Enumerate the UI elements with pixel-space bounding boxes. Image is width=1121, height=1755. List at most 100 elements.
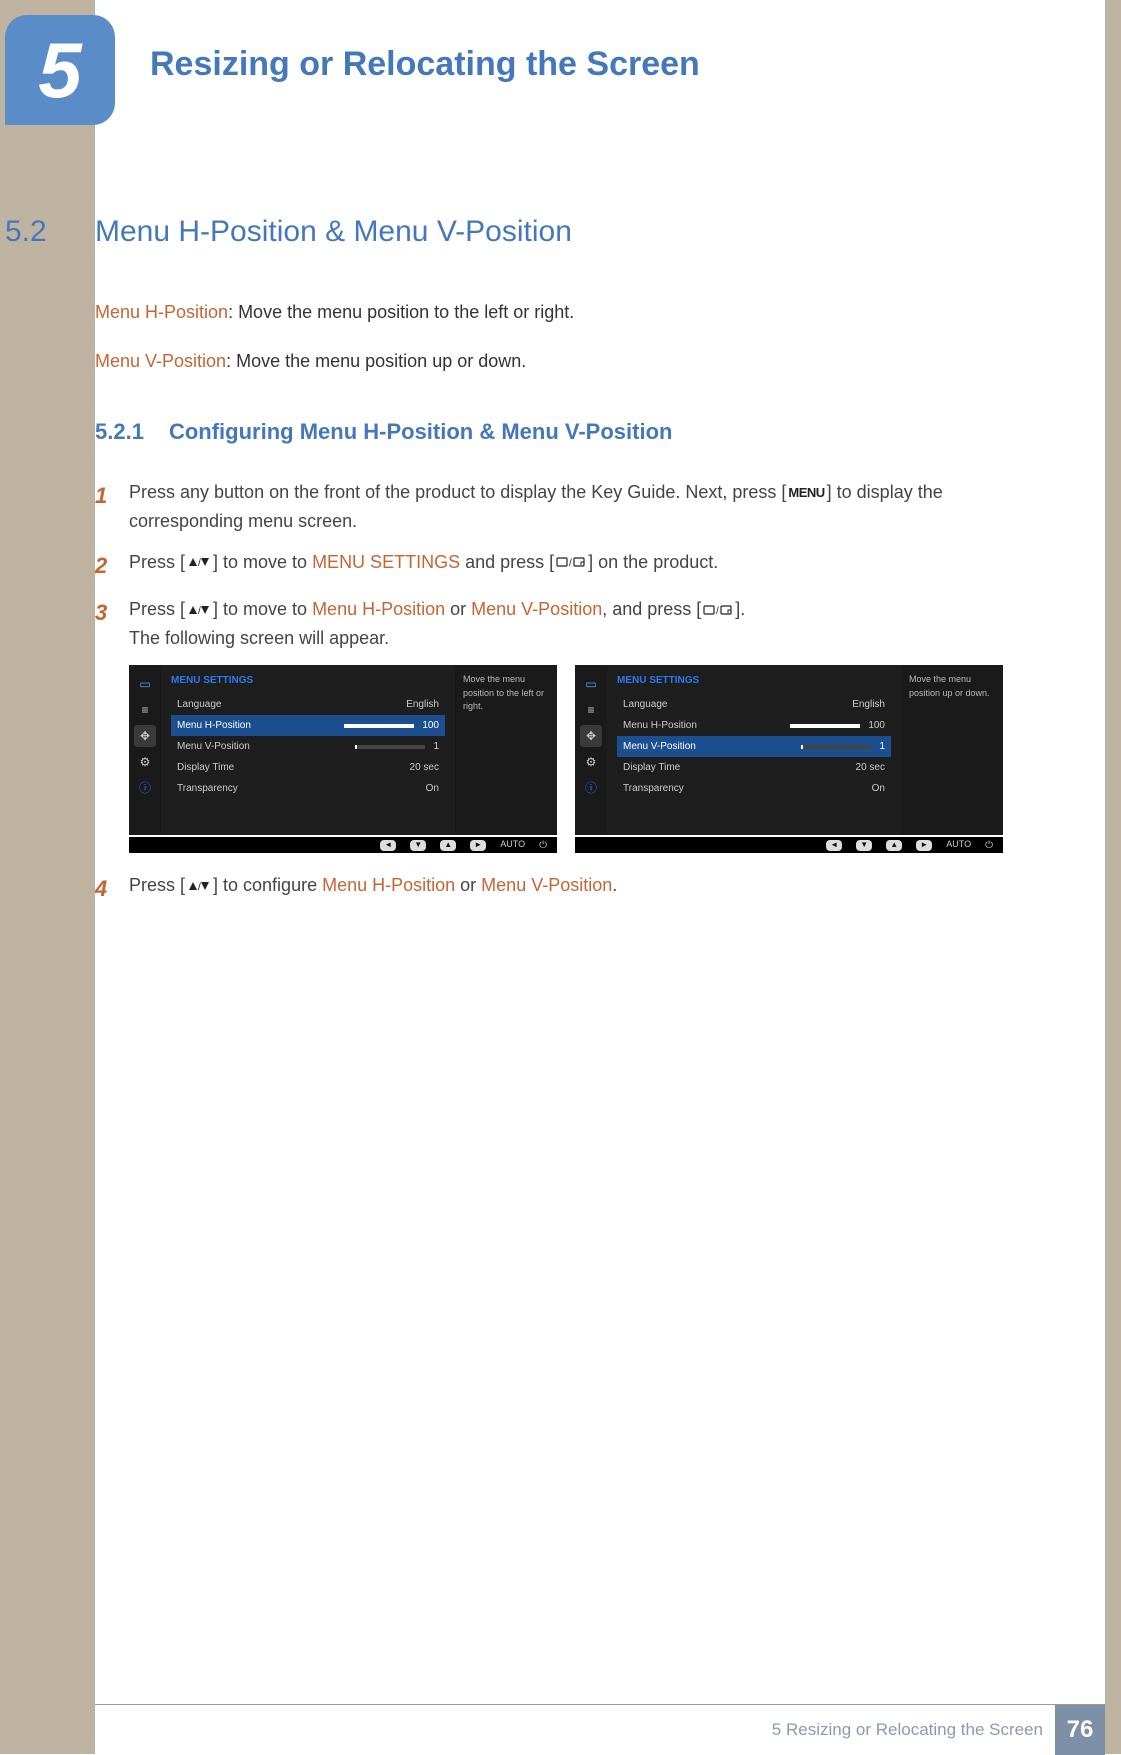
svg-text:/: / (198, 882, 201, 892)
right-arrow-icon: ► (470, 840, 486, 851)
svg-text:/: / (198, 558, 201, 568)
osd-row-h-position-highlighted: Menu H-Position 100 (171, 715, 445, 736)
osd-value: 20 sec (856, 760, 885, 775)
osd-label: Menu H-Position (623, 718, 697, 733)
up-down-arrow-icon: / (187, 548, 211, 577)
page-left-margin (0, 0, 95, 1754)
step-fragment: Press [ (129, 875, 185, 895)
osd-value: English (852, 697, 885, 712)
h-position-ref: Menu H-Position (322, 875, 455, 895)
right-arrow-icon: ► (916, 840, 932, 851)
content-body: 5.2 Menu H-Position & Menu V-Position Me… (95, 215, 1055, 918)
step-text: Press any button on the front of the pro… (129, 478, 1055, 536)
osd-value: 1 (433, 741, 439, 752)
gear-icon: ⚙ (134, 751, 156, 773)
footer-page-number: 76 (1055, 1705, 1105, 1755)
osd-footer: ◄ ▼ ▲ ► AUTO ⏻ (575, 835, 1003, 853)
svg-text:/: / (569, 558, 572, 568)
source-enter-icon: / (703, 596, 733, 625)
osd-sidebar: ▭ ≡ ✥ ⚙ ⓘ (129, 665, 161, 835)
term-v-position: Menu V-Position (95, 351, 226, 371)
osd-screenshots: ▭ ≡ ✥ ⚙ ⓘ MENU SETTINGS Language English (129, 665, 1055, 853)
step-fragment: or (445, 599, 471, 619)
step-fragment: ] to configure (213, 875, 322, 895)
osd-row-v-position-highlighted: Menu V-Position 1 (617, 736, 891, 757)
step-fragment: and press [ (460, 552, 554, 572)
step-3: 3 Press [/] to move to Menu H-Position o… (95, 595, 1055, 653)
osd-panel-v-position: ▭ ≡ ✥ ⚙ ⓘ MENU SETTINGS Language English (575, 665, 1003, 853)
osd-value-wrap: 1 (801, 739, 885, 754)
step-list-cont: 4 Press [ / ] to configure Menu H-Position… (95, 871, 1055, 906)
term-h-position: Menu H-Position (95, 302, 228, 322)
up-down-arrow-icon: / (187, 596, 211, 625)
osd-heading: MENU SETTINGS (171, 673, 445, 688)
info-icon: ⓘ (134, 777, 156, 799)
step-follow-text: The following screen will appear. (129, 628, 389, 648)
osd-label: Language (177, 697, 222, 712)
down-arrow-icon: ▼ (856, 840, 872, 851)
section-number: 5.2 (5, 215, 35, 249)
slider-icon (790, 724, 860, 728)
slider-icon (355, 745, 425, 749)
osd-label: Display Time (177, 760, 234, 775)
subsection-number: 5.2.1 (95, 419, 144, 444)
v-position-ref: Menu V-Position (471, 599, 602, 619)
page-content: 5 Resizing or Relocating the Screen 5.2 … (95, 15, 1105, 1739)
step-4: 4 Press [ / ] to configure Menu H-Position… (95, 871, 1055, 906)
v-position-ref: Menu V-Position (481, 875, 612, 895)
info-icon: ⓘ (580, 777, 602, 799)
osd-row-h-position: Menu H-Position 100 (617, 715, 891, 736)
step-number: 4 (95, 871, 129, 906)
osd-row-language: Language English (171, 694, 445, 715)
osd-row-display-time: Display Time 20 sec (171, 757, 445, 778)
monitor-icon: ▭ (580, 673, 602, 695)
svg-text:/: / (198, 606, 201, 616)
osd-value: 100 (422, 720, 439, 731)
slider-icon (801, 745, 871, 749)
definition-h: Menu H-Position: Move the menu position … (95, 299, 1055, 326)
step-fragment: ] to move to (213, 552, 312, 572)
list-icon: ≡ (134, 699, 156, 721)
footer-chapter-ref: 5 Resizing or Relocating the Screen (772, 1720, 1043, 1740)
up-down-arrow-icon: / (187, 872, 211, 901)
up-arrow-icon: ▲ (440, 840, 456, 851)
body-text: Menu H-Position : Move the menu position … (95, 299, 1055, 906)
osd-label: Transparency (177, 781, 238, 796)
osd-value: On (426, 781, 439, 796)
step-fragment: or (455, 875, 481, 895)
osd-label: Display Time (623, 760, 680, 775)
menu-button-icon: MENU (788, 483, 824, 504)
slider-icon (344, 724, 414, 728)
svg-text:/: / (716, 606, 719, 616)
osd-main-panel: MENU SETTINGS Language English Menu H-Po… (161, 665, 455, 835)
subsection-header: 5.2.1 Configuring Menu H-Position & Menu… (95, 415, 1055, 448)
chapter-title: Resizing or Relocating the Screen (150, 45, 700, 84)
osd-row-transparency: Transparency On (171, 778, 445, 799)
step-fragment: ] on the product. (588, 552, 718, 572)
osd-value-wrap: 100 (344, 718, 439, 733)
osd-value: 1 (879, 741, 885, 752)
step-fragment: . (612, 875, 617, 895)
power-icon: ⏻ (539, 838, 547, 853)
definition-v: Menu V-Position: Move the menu position … (95, 348, 1055, 375)
osd-row-transparency: Transparency On (617, 778, 891, 799)
step-1: 1 Press any button on the front of the p… (95, 478, 1055, 536)
osd-value: 100 (868, 720, 885, 731)
osd-value-wrap: 100 (790, 718, 885, 733)
step-fragment: Press [ (129, 552, 185, 572)
up-arrow-icon: ▲ (886, 840, 902, 851)
power-icon: ⏻ (985, 838, 993, 853)
osd-row-display-time: Display Time 20 sec (617, 757, 891, 778)
list-icon: ≡ (580, 699, 602, 721)
osd-value: On (872, 781, 885, 796)
osd-value: 20 sec (410, 760, 439, 775)
step-number: 1 (95, 478, 129, 536)
osd-label: Menu V-Position (177, 739, 250, 754)
osd-heading: MENU SETTINGS (617, 673, 891, 688)
osd-row-language: Language English (617, 694, 891, 715)
term-v-desc: : Move the menu position up or down. (226, 351, 526, 371)
osd-value: English (406, 697, 439, 712)
page-right-margin (1105, 0, 1121, 1754)
osd-sidebar: ▭ ≡ ✥ ⚙ ⓘ (575, 665, 607, 835)
h-position-ref: Menu H-Position (312, 599, 445, 619)
